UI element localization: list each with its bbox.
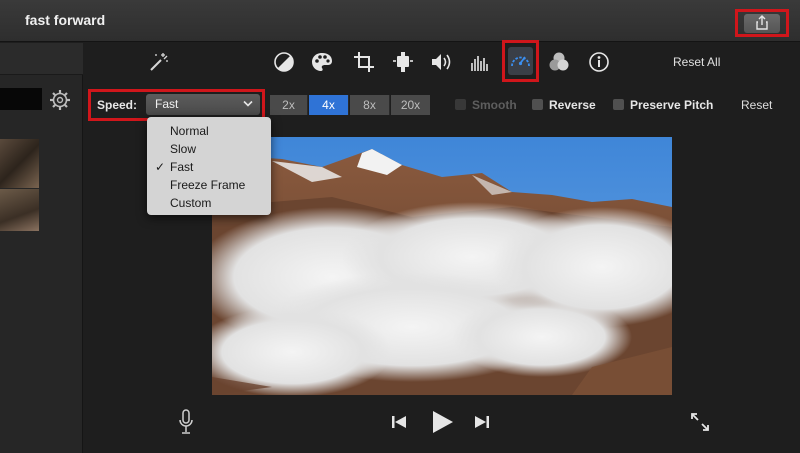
microphone-icon[interactable] (175, 408, 197, 436)
gear-icon[interactable] (49, 89, 71, 116)
reset-all-button[interactable]: Reset All (673, 55, 720, 69)
reverse-label: Reverse (549, 98, 596, 112)
preserve-pitch-label: Preserve Pitch (630, 98, 714, 112)
speed-option-freeze-frame[interactable]: Freeze Frame (170, 178, 245, 192)
speed-option-custom[interactable]: Custom (170, 196, 211, 210)
speed-tool-button[interactable] (508, 47, 533, 75)
reset-button[interactable]: Reset (741, 98, 772, 112)
speed-dropdown-menu: Normal Slow ✓ Fast Freeze Frame Custom (147, 117, 271, 215)
speed-20x-button[interactable]: 20x (391, 95, 430, 115)
speed-8x-button[interactable]: 8x (350, 95, 390, 115)
browser-search-input[interactable] (0, 88, 42, 110)
speed-option-slow[interactable]: Slow (170, 142, 196, 156)
video-preview (212, 137, 672, 395)
smooth-checkbox[interactable] (455, 99, 466, 110)
chevron-down-icon (243, 100, 253, 107)
title-bar: fast forward (0, 0, 800, 42)
skip-back-icon[interactable] (389, 408, 409, 436)
speed-tool-highlight (502, 40, 539, 82)
speedometer-icon (511, 56, 530, 67)
preserve-pitch-checkbox[interactable] (613, 99, 624, 110)
stabilization-icon[interactable] (391, 50, 415, 74)
speed-select[interactable]: Fast (146, 94, 260, 115)
reverse-checkbox[interactable] (532, 99, 543, 110)
clip-thumbnail[interactable] (0, 189, 39, 231)
speed-4x-button[interactable]: 4x (309, 95, 349, 115)
speed-label: Speed: (97, 98, 138, 112)
color-palette-icon[interactable] (310, 50, 334, 74)
speed-option-fast[interactable]: Fast (170, 160, 193, 174)
speed-select-value: Fast (155, 97, 179, 111)
speed-option-normal[interactable]: Normal (170, 124, 209, 138)
browser-header (0, 43, 83, 75)
share-highlight (735, 9, 789, 37)
color-balance-icon[interactable] (272, 50, 296, 74)
speed-2x-button[interactable]: 2x (270, 95, 308, 115)
crop-icon[interactable] (352, 50, 376, 74)
fullscreen-icon[interactable] (687, 408, 713, 436)
smooth-label: Smooth (472, 98, 517, 112)
volume-icon[interactable] (430, 50, 454, 74)
browser-panel (0, 43, 83, 453)
equalizer-icon[interactable] (468, 50, 492, 74)
skip-forward-icon[interactable] (472, 408, 492, 436)
window-title: fast forward (25, 12, 106, 28)
play-icon[interactable] (428, 408, 456, 436)
filters-icon[interactable] (547, 50, 571, 74)
share-icon (756, 15, 768, 30)
info-icon[interactable] (587, 50, 611, 74)
clip-thumbnail[interactable] (0, 139, 39, 188)
share-button[interactable] (744, 14, 780, 33)
checkmark-icon: ✓ (155, 160, 166, 174)
magic-wand-icon[interactable] (146, 50, 170, 74)
